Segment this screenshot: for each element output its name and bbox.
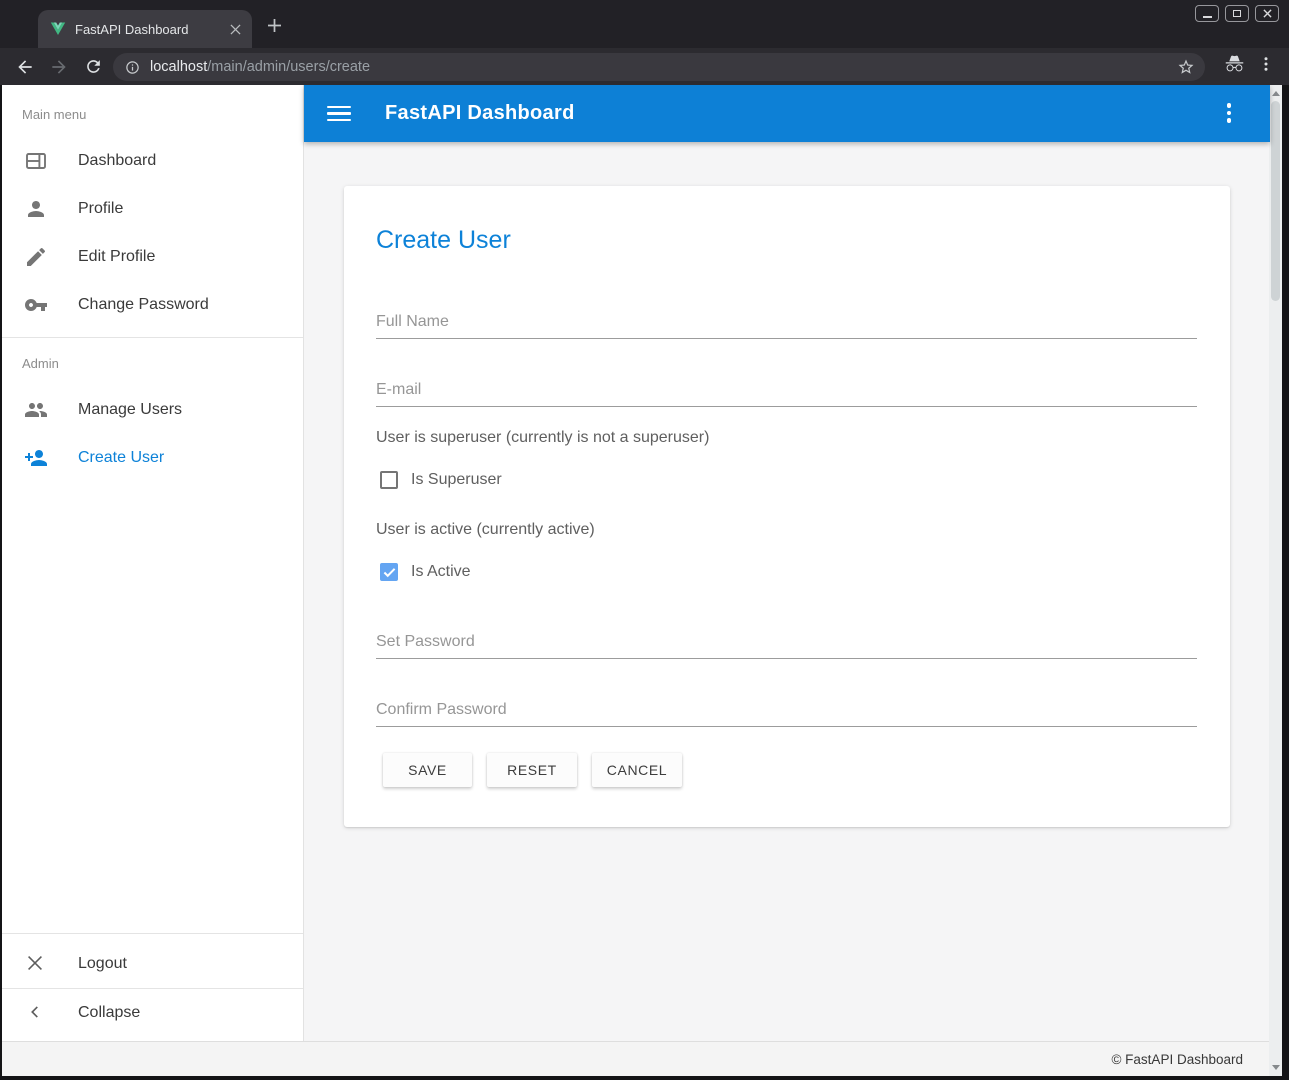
footer: © FastAPI Dashboard: [2, 1041, 1269, 1076]
url-text[interactable]: localhost/main/admin/users/create: [150, 59, 1177, 75]
main-content: Create User User is superuser (currently…: [304, 142, 1270, 1041]
sidebar-item-edit-profile[interactable]: Edit Profile: [2, 233, 303, 281]
refresh-icon[interactable]: [76, 53, 110, 81]
is-superuser-checkbox-row[interactable]: Is Superuser: [380, 471, 502, 489]
sidebar-item-label: Change Password: [78, 296, 209, 314]
footer-copyright: © FastAPI Dashboard: [1111, 1052, 1243, 1067]
sidebar-item-label: Logout: [78, 955, 127, 973]
cancel-button[interactable]: CANCEL: [592, 753, 682, 787]
chevron-left-icon: [24, 1001, 48, 1025]
person-add-icon: [24, 446, 48, 470]
person-icon: [24, 197, 48, 221]
sidebar-item-label: Edit Profile: [78, 248, 155, 266]
page-info-icon[interactable]: [125, 60, 140, 75]
checkbox-unchecked-icon[interactable]: [380, 471, 398, 489]
url-path: /main/admin/users/create: [207, 59, 370, 75]
browser-menu-icon[interactable]: [1257, 55, 1275, 73]
url-host: localhost: [150, 59, 207, 75]
sidebar-item-label: Dashboard: [78, 152, 156, 170]
save-button[interactable]: SAVE: [383, 753, 472, 787]
reset-button[interactable]: RESET: [487, 753, 577, 787]
sidebar-divider: [2, 337, 303, 338]
checkbox-checked-icon[interactable]: [380, 563, 398, 581]
checkbox-label: Is Active: [411, 563, 471, 581]
hamburger-menu-icon[interactable]: [327, 101, 353, 127]
sidebar-section-main-menu: Main menu: [22, 107, 86, 122]
set-password-input[interactable]: [376, 625, 1197, 659]
tab-title: FastAPI Dashboard: [75, 22, 226, 37]
appbar: FastAPI Dashboard: [304, 85, 1270, 142]
confirm-password-input[interactable]: [376, 693, 1197, 727]
toolbar-right-tools: [1224, 53, 1275, 74]
window-close-button[interactable]: [1255, 5, 1279, 22]
scrollbar-thumb[interactable]: [1271, 101, 1280, 301]
is-active-checkbox-row[interactable]: Is Active: [380, 563, 471, 581]
page-title: Create User: [376, 226, 511, 255]
appbar-overflow-menu-icon[interactable]: [1216, 100, 1242, 126]
sidebar-item-label: Collapse: [78, 1004, 140, 1022]
browser-titlebar: FastAPI Dashboard: [0, 0, 1289, 48]
sidebar-item-label: Create User: [78, 449, 164, 467]
scrollbar-up-arrow-icon[interactable]: [1272, 91, 1280, 96]
sidebar-item-create-user[interactable]: Create User: [2, 434, 303, 482]
page-scrollbar[interactable]: [1269, 85, 1282, 1076]
pencil-icon: [24, 245, 48, 269]
sidebar-item-manage-users[interactable]: Manage Users: [2, 386, 303, 434]
form-buttons: SAVE RESET CANCEL: [383, 753, 682, 787]
superuser-hint-text: User is superuser (currently is not a su…: [376, 429, 709, 447]
sidebar-section-admin: Admin: [22, 356, 59, 371]
full-name-input[interactable]: [376, 305, 1197, 339]
dashboard-icon: [24, 149, 48, 173]
key-icon: [24, 293, 48, 317]
sidebar: Main menu Dashboard Profile Edit Profile: [2, 85, 304, 1041]
sidebar-divider: [2, 933, 303, 934]
vue-logo-icon: [50, 22, 66, 37]
sidebar-item-collapse[interactable]: Collapse: [2, 989, 303, 1037]
sidebar-item-dashboard[interactable]: Dashboard: [2, 137, 303, 185]
sidebar-item-profile[interactable]: Profile: [2, 185, 303, 233]
page: Main menu Dashboard Profile Edit Profile: [2, 85, 1282, 1076]
sidebar-item-label: Manage Users: [78, 401, 182, 419]
back-icon[interactable]: [8, 53, 42, 81]
checkbox-label: Is Superuser: [411, 471, 502, 489]
sidebar-item-change-password[interactable]: Change Password: [2, 281, 303, 329]
appbar-title: FastAPI Dashboard: [385, 102, 575, 125]
incognito-icon: [1224, 53, 1245, 74]
scrollbar-down-arrow-icon[interactable]: [1272, 1065, 1280, 1070]
sidebar-item-logout[interactable]: Logout: [2, 940, 303, 988]
browser-tab[interactable]: FastAPI Dashboard: [38, 10, 252, 48]
bookmark-star-icon[interactable]: [1177, 58, 1195, 76]
window-controls: [1195, 5, 1279, 22]
url-bar[interactable]: localhost/main/admin/users/create: [113, 53, 1205, 81]
email-input[interactable]: [376, 373, 1197, 407]
people-icon: [24, 398, 48, 422]
window-minimize-button[interactable]: [1195, 5, 1219, 22]
active-hint-text: User is active (currently active): [376, 521, 595, 539]
window-maximize-button[interactable]: [1225, 5, 1249, 22]
browser-toolbar: localhost/main/admin/users/create: [0, 48, 1289, 85]
close-icon: [24, 952, 48, 976]
forward-icon[interactable]: [42, 53, 76, 81]
new-tab-button[interactable]: [262, 13, 286, 37]
sidebar-item-label: Profile: [78, 200, 123, 218]
create-user-card: Create User User is superuser (currently…: [344, 186, 1230, 827]
tab-close-icon[interactable]: [226, 20, 244, 38]
